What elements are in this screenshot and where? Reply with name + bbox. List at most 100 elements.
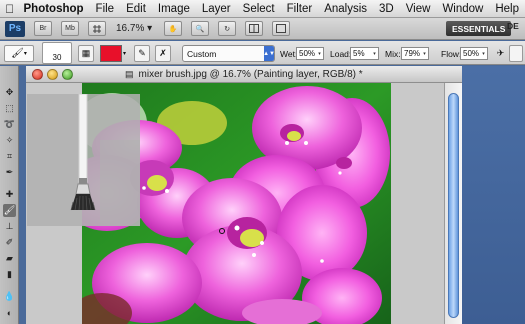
stamp-icon: ⊥ [5, 221, 14, 231]
zoom-window-button[interactable] [62, 68, 73, 80]
sample-all-layers-checkbox[interactable] [509, 45, 523, 62]
blending-preset-select[interactable]: Custom ▲▼ [182, 45, 275, 62]
menu-image[interactable]: Image [152, 3, 196, 15]
move-tool[interactable]: ✥ [3, 86, 16, 99]
vertical-scroll-thumb[interactable] [448, 93, 459, 318]
lasso-icon: ➰ [3, 119, 16, 129]
clone-stamp-tool[interactable]: ⊥ [3, 220, 16, 233]
eyedropper-tool[interactable]: ✒ [3, 166, 16, 179]
eraser-icon: ▰ [6, 253, 13, 263]
swatch-dropdown-arrow[interactable]: ▾ [123, 45, 126, 62]
menu-file[interactable]: File [90, 3, 121, 15]
flow-field[interactable]: 50% ▾ [460, 47, 488, 60]
menu-filter[interactable]: Filter [281, 3, 319, 15]
document-title-bar[interactable]: ▤ mixer brush.jpg @ 16.7% (Painting laye… [26, 66, 462, 83]
workspace-essentials-button[interactable]: ESSENTIALS [446, 21, 512, 36]
menu-3d[interactable]: 3D [373, 3, 400, 15]
history-brush-icon: ✐ [5, 237, 14, 247]
magnifier-icon: 🔍 [195, 25, 205, 33]
mix-field[interactable]: 79% ▾ [401, 47, 429, 60]
dodge-icon: ◐ [6, 307, 13, 318]
options-bar: 🖌 ▾ 30 ▦ ▾ ✎ ✗ Custom ▲▼ Wet: 50% ▾ Load: … [0, 41, 525, 65]
quick-select-tool[interactable]: ✧ [3, 134, 16, 147]
chevron-down-icon: ▾ [373, 50, 376, 57]
hand-icon: ✋ [168, 25, 178, 33]
chevron-down-icon: ▾ [482, 50, 485, 57]
desktop-background [462, 66, 525, 324]
clean-brush-icon: ✗ [159, 48, 167, 58]
current-load-swatch[interactable] [100, 45, 122, 62]
grid-icon [93, 24, 101, 33]
rotate-icon: ↻ [224, 25, 231, 33]
menu-edit[interactable]: Edit [120, 3, 152, 15]
flow-value: 50% [463, 49, 480, 58]
screen-mode-icon [276, 24, 287, 33]
clean-brush-button[interactable]: ✗ [155, 45, 171, 62]
menu-window[interactable]: Window [436, 3, 489, 15]
bridge-button[interactable]: Br [34, 21, 52, 36]
arrange-documents-button[interactable] [245, 21, 264, 36]
mixer-brush-icon: 🖌 [11, 48, 24, 59]
tools-panel: ✥ ⬚ ➰ ✧ ⌗ ✒ ✚ 🖌 ⊥ ✐ ▰ ▮ 💧 ◐ [0, 66, 19, 324]
lasso-tool[interactable]: ➰ [3, 118, 16, 131]
menu-layer[interactable]: Layer [196, 3, 237, 15]
menu-analysis[interactable]: Analysis [318, 3, 373, 15]
load-field[interactable]: 5% ▾ [350, 47, 379, 60]
load-brush-icon: ✎ [138, 48, 146, 58]
blur-icon: 💧 [3, 291, 16, 301]
brush-panel-toggle[interactable]: ▦ [78, 45, 94, 62]
quick-select-icon: ✧ [5, 135, 14, 145]
vertical-scrollbar[interactable] [444, 83, 462, 324]
chevron-down-icon: ▾ [318, 50, 321, 57]
minimize-window-button[interactable] [47, 68, 58, 80]
dodge-tool[interactable]: ◐ [3, 306, 16, 319]
rotate-view-button[interactable]: ↻ [218, 21, 237, 36]
healing-icon: ✚ [5, 189, 14, 199]
brush-preset-picker[interactable]: 30 [42, 42, 72, 64]
guides-button[interactable] [88, 21, 106, 36]
brush-panel-icon: ▦ [81, 48, 91, 58]
airbrush-button[interactable]: ✈ [494, 45, 507, 62]
healing-tool[interactable]: ✚ [3, 188, 16, 201]
menu-view[interactable]: View [400, 3, 437, 15]
brush-cursor [219, 228, 225, 234]
chevron-down-icon: ▾ [423, 50, 426, 57]
document-icon: ▤ [125, 68, 134, 79]
move-icon: ✥ [5, 87, 14, 97]
wet-value: 50% [299, 49, 316, 58]
brush-size-value: 30 [52, 53, 62, 62]
tool-preset-picker[interactable]: 🖌 ▾ [4, 45, 34, 62]
menu-select[interactable]: Select [237, 3, 281, 15]
mixer-brush-icon: 🖌 [3, 205, 16, 215]
load-brush-button[interactable]: ✎ [134, 45, 150, 62]
flow-label: Flow: [441, 48, 462, 59]
mac-menu-bar:  Photoshop File Edit Image Layer Select… [0, 0, 525, 18]
wet-field[interactable]: 50% ▾ [296, 47, 324, 60]
crop-tool[interactable]: ⌗ [3, 150, 16, 163]
arrange-icon [249, 24, 260, 33]
menu-help[interactable]: Help [489, 3, 525, 15]
hand-tool-button[interactable]: ✋ [164, 21, 183, 36]
brush-preview-shadow [100, 140, 140, 226]
eraser-tool[interactable]: ▰ [3, 252, 16, 265]
mixer-brush-tool[interactable]: 🖌 [3, 204, 16, 217]
mini-bridge-button[interactable]: Mb [61, 21, 79, 36]
screen-mode-button[interactable] [272, 21, 291, 36]
blur-tool[interactable]: 💧 [3, 290, 16, 303]
screen:  Photoshop File Edit Image Layer Select… [0, 0, 525, 324]
mix-value: 79% [404, 49, 421, 58]
blending-preset-value: Custom [187, 48, 217, 59]
load-label: Load: [330, 48, 352, 59]
close-window-button[interactable] [32, 68, 43, 80]
load-value: 5% [353, 49, 365, 58]
history-brush-tool[interactable]: ✐ [3, 236, 16, 249]
menu-app-name[interactable]: Photoshop [20, 3, 90, 15]
apple-icon[interactable]:  [0, 2, 20, 16]
zoom-tool-button[interactable]: 🔍 [191, 21, 210, 36]
workspace-next-button[interactable]: DE [503, 21, 523, 36]
marquee-tool[interactable]: ⬚ [3, 102, 16, 115]
gradient-tool[interactable]: ▮ [3, 268, 16, 281]
airbrush-icon: ✈ [496, 48, 505, 58]
zoom-level-value: 16.7% [116, 23, 145, 34]
zoom-level-select[interactable]: 16.7% ▾ [116, 23, 152, 34]
